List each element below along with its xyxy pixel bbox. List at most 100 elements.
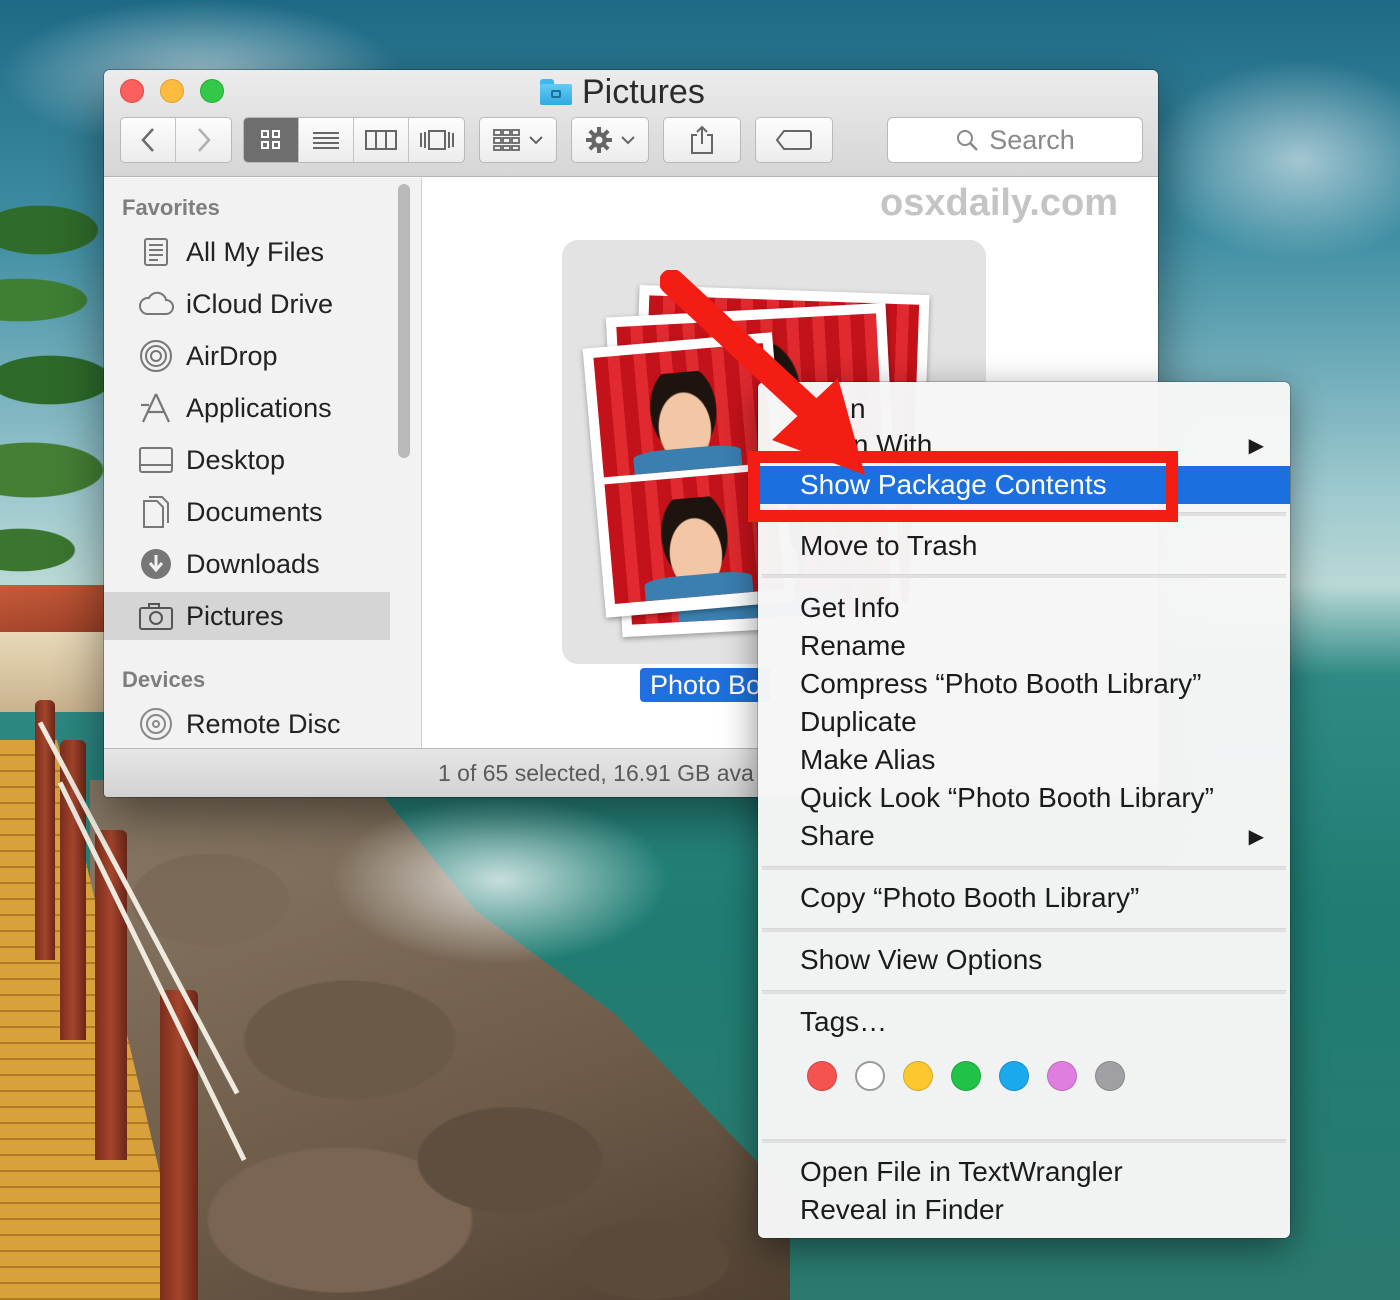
- back-button[interactable]: [121, 118, 176, 162]
- tag-none[interactable]: [855, 1061, 885, 1091]
- cover-flow-icon: [419, 130, 454, 150]
- sidebar-item-remote-disc[interactable]: Remote Disc: [104, 700, 390, 748]
- airdrop-icon: [138, 338, 174, 374]
- menu-item-tags[interactable]: Tags…: [758, 1003, 1290, 1041]
- status-text: 1 of 65 selected, 16.91 GB ava: [438, 759, 754, 786]
- disc-icon: [138, 706, 174, 742]
- cloud: [1150, 60, 1400, 260]
- menu-item-label: Duplicate: [800, 706, 917, 737]
- search-field[interactable]: Search: [887, 117, 1143, 163]
- column-view-button[interactable]: [354, 118, 409, 162]
- sidebar-scrollbar[interactable]: [398, 184, 410, 458]
- arrange-button[interactable]: [479, 117, 557, 163]
- grid-icon: [261, 130, 280, 149]
- menu-item-rename[interactable]: Rename: [758, 627, 1290, 665]
- zoom-button[interactable]: [200, 79, 224, 103]
- house-roof: [0, 585, 105, 635]
- sidebar-item-label: Desktop: [186, 444, 286, 475]
- sidebar-item-label: Applications: [186, 392, 332, 423]
- sidebar-item-label: Downloads: [186, 548, 320, 579]
- sidebar-item-label: Documents: [186, 496, 323, 527]
- menu-item-make-alias[interactable]: Make Alias: [758, 741, 1290, 779]
- menu-separator: [762, 1139, 1286, 1143]
- sidebar-item-airdrop[interactable]: AirDrop: [104, 332, 390, 380]
- menu-item-label: Tags…: [800, 1006, 888, 1037]
- sidebar-item-all-my-files[interactable]: All My Files: [104, 228, 390, 276]
- menu-item-label: Reveal in Finder: [800, 1194, 1004, 1225]
- menu-item-share[interactable]: Share ▶: [758, 817, 1290, 855]
- tag-gray[interactable]: [1095, 1061, 1125, 1091]
- menu-item-reveal-in-finder[interactable]: Reveal in Finder: [758, 1191, 1290, 1229]
- sidebar-item-icloud-drive[interactable]: iCloud Drive: [104, 280, 390, 328]
- menu-item-show-view-options[interactable]: Show View Options: [758, 941, 1290, 979]
- menu-item-label: Rename: [800, 630, 906, 661]
- submenu-arrow-icon: ▶: [1248, 434, 1264, 457]
- tags-button[interactable]: [755, 117, 833, 163]
- sidebar-item-downloads[interactable]: Downloads: [104, 540, 390, 588]
- applications-icon: [138, 390, 174, 426]
- menu-separator: [762, 928, 1286, 932]
- sidebar-item-applications[interactable]: Applications: [104, 384, 390, 432]
- search-icon: [957, 130, 979, 151]
- gear-icon: [586, 127, 612, 153]
- house: [0, 632, 105, 712]
- menu-item-duplicate[interactable]: Duplicate: [758, 703, 1290, 741]
- annotation-arrow-icon: [660, 270, 865, 475]
- menu-separator: [762, 866, 1286, 870]
- list-icon: [313, 132, 339, 149]
- menu-item-open-in-textwrangler[interactable]: Open File in TextWrangler: [758, 1153, 1290, 1191]
- menu-item-quick-look[interactable]: Quick Look “Photo Booth Library”: [758, 779, 1290, 817]
- menu-item-move-to-trash[interactable]: Move to Trash: [758, 527, 1290, 565]
- menu-item-copy[interactable]: Copy “Photo Booth Library”: [758, 879, 1290, 917]
- sidebar-header-devices: Devices: [122, 667, 206, 692]
- tag-blue[interactable]: [999, 1061, 1029, 1091]
- sidebar-item-label: iCloud Drive: [186, 288, 334, 319]
- cover-flow-view-button[interactable]: [409, 118, 464, 162]
- menu-item-compress[interactable]: Compress “Photo Booth Library”: [758, 665, 1290, 703]
- tag-red[interactable]: [807, 1061, 837, 1091]
- tag-green[interactable]: [951, 1061, 981, 1091]
- submenu-arrow-icon: ▶: [1248, 825, 1264, 848]
- tag-yellow[interactable]: [903, 1061, 933, 1091]
- watermark: osxdaily.com: [880, 182, 1118, 224]
- tag-icon: [776, 130, 812, 150]
- sidebar-item-pictures[interactable]: Pictures: [104, 592, 390, 640]
- window-title: Pictures: [540, 72, 705, 112]
- chevron-right-icon: [197, 128, 211, 152]
- navigation-buttons: [120, 117, 232, 163]
- sidebar-item-label: AirDrop: [186, 340, 278, 371]
- tag-purple[interactable]: [1047, 1061, 1077, 1091]
- menu-item-get-info[interactable]: Get Info: [758, 589, 1290, 627]
- window-title-text: Pictures: [582, 72, 705, 111]
- downloads-icon: [138, 546, 174, 582]
- menu-item-label: Get Info: [800, 592, 900, 623]
- sidebar-item-label: All My Files: [186, 236, 325, 267]
- sea-surf: [300, 800, 800, 1100]
- desktop-icon: [138, 442, 174, 478]
- close-button[interactable]: [120, 79, 144, 103]
- menu-item-label: Quick Look “Photo Booth Library”: [800, 782, 1214, 813]
- search-placeholder: Search: [989, 124, 1075, 155]
- menu-item-label: Make Alias: [800, 744, 936, 775]
- view-mode-selector: [243, 117, 465, 163]
- camera-icon: [138, 598, 174, 634]
- share-button[interactable]: [663, 117, 741, 163]
- action-button[interactable]: [571, 117, 649, 163]
- forward-button[interactable]: [176, 118, 231, 162]
- minimize-button[interactable]: [160, 79, 184, 103]
- sidebar-item-desktop[interactable]: Desktop: [104, 436, 390, 484]
- list-view-button[interactable]: [299, 118, 354, 162]
- menu-item-label: Move to Trash: [800, 530, 978, 561]
- sidebar-item-documents[interactable]: Documents: [104, 488, 390, 536]
- icon-view-button[interactable]: [244, 118, 299, 162]
- sidebar-item-label: Remote Disc: [186, 708, 341, 739]
- menu-item-label: Copy “Photo Booth Library”: [800, 882, 1140, 913]
- documents-icon: [138, 494, 174, 530]
- chevron-left-icon: [141, 128, 154, 152]
- chevron-down-icon: [621, 136, 635, 145]
- menu-separator: [762, 574, 1286, 578]
- cloud-icon: [138, 286, 174, 322]
- item-name-label[interactable]: Photo Bo: [640, 668, 772, 702]
- columns-icon: [365, 130, 397, 150]
- arrange-icon: [493, 129, 520, 151]
